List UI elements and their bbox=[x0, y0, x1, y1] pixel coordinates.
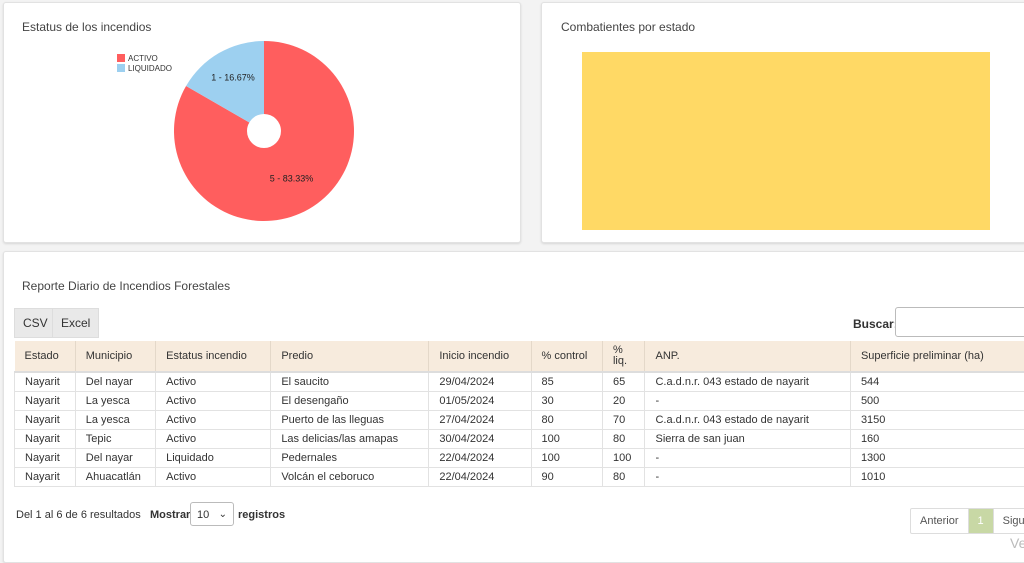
table-cell: Nayarit bbox=[15, 468, 76, 487]
table-cell: 22/04/2024 bbox=[429, 449, 531, 468]
table-cell: 27/04/2024 bbox=[429, 411, 531, 430]
table-cell: 30 bbox=[531, 392, 602, 411]
table-cell: Las delicias/las amapas bbox=[271, 430, 429, 449]
table-cell: Liquidado bbox=[156, 449, 271, 468]
table-cell: Nayarit bbox=[15, 449, 76, 468]
table-cell: Nayarit bbox=[15, 430, 76, 449]
results-summary: Del 1 al 6 de 6 resultados bbox=[16, 509, 141, 521]
table-cell: Nayarit bbox=[15, 372, 76, 392]
table-cell: 90 bbox=[531, 468, 602, 487]
table-cell: 22/04/2024 bbox=[429, 468, 531, 487]
table-cell: 100 bbox=[531, 449, 602, 468]
table-cell: - bbox=[645, 468, 850, 487]
combatants-bar[interactable] bbox=[582, 52, 990, 230]
report-card: Reporte Diario de Incendios Forestales C… bbox=[3, 251, 1024, 563]
col-header-control[interactable]: % control bbox=[531, 341, 602, 372]
table-cell: 70 bbox=[602, 411, 645, 430]
status-chart-card: Estatus de los incendios ACTIVO LIQUIDAD… bbox=[3, 2, 521, 243]
table-cell: El desengaño bbox=[271, 392, 429, 411]
table-cell: 85 bbox=[531, 372, 602, 392]
table-row[interactable]: NayaritDel nayarLiquidadoPedernales22/04… bbox=[15, 449, 1024, 468]
table-cell: Del nayar bbox=[75, 449, 155, 468]
registros-label: registros bbox=[238, 509, 285, 521]
page-1-button[interactable]: 1 bbox=[969, 509, 994, 533]
col-header-estatus[interactable]: Estatus incendio bbox=[156, 341, 271, 372]
table-row[interactable]: NayaritAhuacatlánActivoVolcán el ceboruc… bbox=[15, 468, 1024, 487]
table-cell: Activo bbox=[156, 468, 271, 487]
table-row[interactable]: NayaritLa yescaActivoPuerto de las llegu… bbox=[15, 411, 1024, 430]
table-cell: 20 bbox=[602, 392, 645, 411]
fires-table: Estado Municipio Estatus incendio Predio… bbox=[14, 341, 1024, 487]
table-cell: Nayarit bbox=[15, 411, 76, 430]
table-row[interactable]: NayaritLa yescaActivoEl desengaño01/05/2… bbox=[15, 392, 1024, 411]
chevron-down-icon: ⌄ bbox=[219, 503, 227, 527]
table-cell: Activo bbox=[156, 430, 271, 449]
table-cell: - bbox=[645, 449, 850, 468]
combatants-chart-card: Combatientes por estado bbox=[541, 2, 1024, 243]
pie-center-hole bbox=[247, 114, 281, 148]
table-cell: Activo bbox=[156, 392, 271, 411]
pagination: Anterior 1 Siguiente bbox=[910, 508, 1024, 534]
table-cell: C.a.d.n.r. 043 estado de nayarit bbox=[645, 411, 850, 430]
table-body: NayaritDel nayarActivoEl saucito29/04/20… bbox=[15, 372, 1024, 487]
pie-label-liquidado: 1 - 16.67% bbox=[211, 72, 255, 82]
table-cell: 100 bbox=[602, 449, 645, 468]
table-cell: 160 bbox=[850, 430, 1024, 449]
col-header-superficie[interactable]: Superficie preliminar (ha) bbox=[850, 341, 1024, 372]
table-cell: 80 bbox=[602, 468, 645, 487]
table-row[interactable]: NayaritDel nayarActivoEl saucito29/04/20… bbox=[15, 372, 1024, 392]
watermark: Ve bbox=[1010, 535, 1024, 551]
csv-button[interactable]: CSV bbox=[14, 308, 57, 338]
table-cell: 29/04/2024 bbox=[429, 372, 531, 392]
combatants-chart-title: Combatientes por estado bbox=[561, 20, 695, 34]
table-cell: Volcán el ceboruco bbox=[271, 468, 429, 487]
page-size-select[interactable]: 10 ⌄ bbox=[190, 502, 234, 526]
table-cell: 1010 bbox=[850, 468, 1024, 487]
table-cell: 100 bbox=[531, 430, 602, 449]
table-cell: 544 bbox=[850, 372, 1024, 392]
table-cell: Tepic bbox=[75, 430, 155, 449]
col-header-estado[interactable]: Estado bbox=[15, 341, 76, 372]
col-header-anp[interactable]: ANP. bbox=[645, 341, 850, 372]
table-cell: Activo bbox=[156, 372, 271, 392]
next-page-button[interactable]: Siguiente bbox=[994, 509, 1024, 533]
prev-page-button[interactable]: Anterior bbox=[911, 509, 969, 533]
table-cell: Activo bbox=[156, 411, 271, 430]
table-cell: Sierra de san juan bbox=[645, 430, 850, 449]
col-header-inicio[interactable]: Inicio incendio bbox=[429, 341, 531, 372]
table-cell: 65 bbox=[602, 372, 645, 392]
table-row[interactable]: NayaritTepicActivoLas delicias/las amapa… bbox=[15, 430, 1024, 449]
table-cell: Nayarit bbox=[15, 392, 76, 411]
table-cell: - bbox=[645, 392, 850, 411]
pie-label-activo: 5 - 83.33% bbox=[270, 174, 314, 184]
table-cell: 3150 bbox=[850, 411, 1024, 430]
search-input[interactable] bbox=[895, 307, 1024, 337]
show-label: Mostrar bbox=[150, 509, 190, 521]
search-label: Buscar: bbox=[853, 317, 898, 331]
page-size-value: 10 bbox=[197, 509, 209, 521]
table-cell: 1300 bbox=[850, 449, 1024, 468]
col-header-liq[interactable]: % liq. bbox=[602, 341, 645, 372]
table-header-row: Estado Municipio Estatus incendio Predio… bbox=[15, 341, 1024, 372]
table-cell: Ahuacatlán bbox=[75, 468, 155, 487]
pie-chart: 5 - 83.33% 1 - 16.67% bbox=[4, 3, 520, 242]
table-cell: Puerto de las lleguas bbox=[271, 411, 429, 430]
table-cell: 01/05/2024 bbox=[429, 392, 531, 411]
table-cell: 80 bbox=[602, 430, 645, 449]
col-header-municipio[interactable]: Municipio bbox=[75, 341, 155, 372]
table-cell: El saucito bbox=[271, 372, 429, 392]
table-cell: C.a.d.n.r. 043 estado de nayarit bbox=[645, 372, 850, 392]
table-cell: Del nayar bbox=[75, 372, 155, 392]
table-cell: 500 bbox=[850, 392, 1024, 411]
table-cell: La yesca bbox=[75, 392, 155, 411]
table-cell: 80 bbox=[531, 411, 602, 430]
table-cell: La yesca bbox=[75, 411, 155, 430]
col-header-predio[interactable]: Predio bbox=[271, 341, 429, 372]
table-cell: Pedernales bbox=[271, 449, 429, 468]
report-title: Reporte Diario de Incendios Forestales bbox=[22, 279, 230, 293]
excel-button[interactable]: Excel bbox=[52, 308, 99, 338]
table-cell: 30/04/2024 bbox=[429, 430, 531, 449]
